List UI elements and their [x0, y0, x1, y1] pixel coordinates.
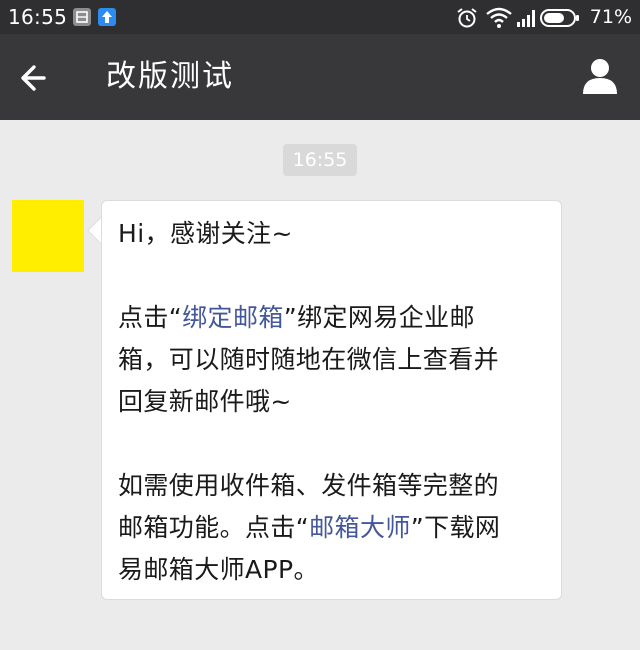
back-button[interactable]	[14, 56, 58, 100]
chat-area[interactable]: 16:55 Hi，感谢关注~ 点击“绑定邮箱”绑定网易企业邮 箱，可以随时随地在…	[0, 120, 640, 650]
bind-email-link[interactable]: 绑定邮箱	[182, 303, 284, 332]
status-bar: 16:55 71%	[0, 0, 640, 34]
message-bubble[interactable]: Hi，感谢关注~ 点击“绑定邮箱”绑定网易企业邮 箱，可以随时随地在微信上查看并…	[101, 200, 562, 600]
message-greeting: Hi，感谢关注~	[118, 219, 293, 248]
page-title: 改版测试	[106, 59, 234, 94]
message-line: 如需使用收件箱、发件箱等完整的	[118, 471, 500, 500]
system-icons: 71%	[432, 4, 632, 30]
message-paragraph-bind-email: 点击“绑定邮箱”绑定网易企业邮	[118, 303, 475, 332]
battery-percent: 71%	[589, 6, 632, 28]
profile-button[interactable]	[578, 54, 622, 98]
avatar[interactable]	[12, 200, 84, 272]
battery-icon	[540, 9, 580, 31]
mail-master-link[interactable]: 邮箱大师	[309, 513, 411, 542]
storage-icon	[73, 8, 91, 26]
upload-icon	[98, 8, 116, 26]
message-paragraph-mail-master: 邮箱功能。点击“邮箱大师”下载网	[118, 513, 501, 542]
message-text: Hi，感谢关注~ 点击“绑定邮箱”绑定网易企业邮 箱，可以随时随地在微信上查看并…	[118, 213, 548, 591]
status-time: 16:55	[8, 5, 68, 29]
wifi-icon	[486, 7, 512, 33]
back-arrow-icon	[21, 65, 46, 91]
person-icon	[583, 59, 617, 94]
message-timestamp: 16:55	[283, 144, 357, 176]
message-line: 易邮箱大师APP。	[118, 555, 319, 584]
title-bar: 改版测试	[0, 34, 640, 120]
signal-icon	[516, 8, 538, 32]
message-line: 箱，可以随时随地在微信上查看并	[118, 345, 500, 374]
message-line: 回复新邮件哦~	[118, 387, 292, 416]
alarm-icon	[456, 7, 478, 33]
